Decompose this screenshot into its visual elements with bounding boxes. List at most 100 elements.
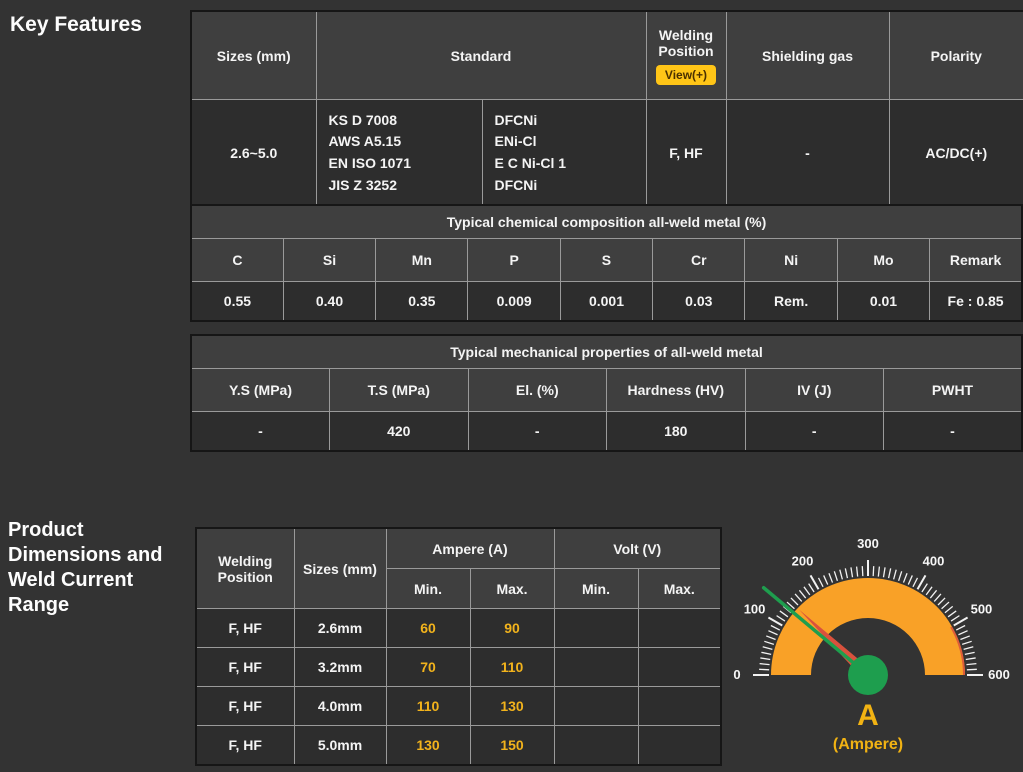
gauge-minor-tick <box>855 566 859 577</box>
gauge-minor-tick <box>964 651 975 656</box>
welding-position-cell: F, HF <box>195 686 295 726</box>
gauge-minor-tick <box>844 568 849 579</box>
key-features-heading: Key Features <box>10 13 142 36</box>
gauge-minor-tick <box>950 615 960 622</box>
gauge-minor-tick <box>897 571 903 582</box>
standard-specs-list: KS D 7008 AWS A5.15 EN ISO 1071 JIS Z 32… <box>315 99 483 208</box>
gauge-minor-tick <box>803 586 811 596</box>
gauge-minor-tick <box>861 566 864 577</box>
col-header-ampere: Ampere (A) <box>385 527 555 569</box>
mechanical-column-header: Y.S (MPa) <box>190 368 330 412</box>
welding-position-cell: F, HF <box>195 725 295 766</box>
gauge-minor-tick <box>877 566 881 577</box>
gauge-minor-tick <box>958 630 968 636</box>
gauge-minor-tick <box>907 575 913 585</box>
gauge-minor-tick <box>833 571 839 582</box>
gauge-unit-sublabel: (Ampere) <box>833 736 903 753</box>
gauge-minor-tick <box>961 640 972 646</box>
view-plus-button[interactable]: View(+) <box>655 64 717 85</box>
volt-max-cell <box>637 725 722 766</box>
standard-classes-list: DFCNi ENi-Cl E C Ni-Cl 1 DFCNi <box>481 99 647 208</box>
col-header-volt-max: Max. <box>637 568 722 609</box>
current-range-row: F, HF 3.2mm 70 110 <box>195 647 722 687</box>
gauge-tick-label: 400 <box>923 554 945 569</box>
gauge-minor-tick <box>761 651 772 656</box>
volt-max-cell <box>637 686 722 726</box>
gauge-minor-tick <box>960 635 970 641</box>
chemical-header-row: C Si Mn P S Cr Ni Mo Remark <box>190 238 1023 282</box>
chemical-value-cell: 0.55 <box>190 281 284 322</box>
size-cell: 3.2mm <box>293 647 387 687</box>
ampere-max-cell: 150 <box>469 725 555 766</box>
volt-max-cell <box>637 608 722 648</box>
polarity-value: AC/DC(+) <box>888 99 1023 208</box>
mechanical-column-header: Hardness (HV) <box>606 368 746 412</box>
mechanical-value-cell: 180 <box>606 411 746 452</box>
gauge-minor-tick <box>764 640 775 646</box>
chemical-column-header: Remark <box>929 238 1023 282</box>
gauge-minor-tick <box>966 668 977 671</box>
current-header-row-1: Welding Position Sizes (mm) Ampere (A) V… <box>195 527 722 609</box>
col-header-shielding-gas: Shielding gas <box>725 10 890 100</box>
mechanical-column-header: PWHT <box>883 368 1023 412</box>
chemical-column-header: C <box>190 238 284 282</box>
current-range-row: F, HF 5.0mm 130 150 <box>195 725 722 766</box>
ampere-min-cell: 110 <box>385 686 471 726</box>
gauge-minor-tick <box>912 577 919 588</box>
size-cell: 4.0mm <box>293 686 387 726</box>
gauge-minor-tick <box>798 589 807 599</box>
mechanical-value-cell: - <box>744 411 884 452</box>
mechanical-value-cell: - <box>467 411 607 452</box>
chemical-table-container: Typical chemical composition all-weld me… <box>190 204 1023 322</box>
gauge-minor-tick <box>963 646 974 651</box>
gauge-minor-tick <box>779 610 789 618</box>
chemical-column-header: P <box>467 238 561 282</box>
gauge-minor-tick <box>955 624 966 631</box>
gauge-tick-label: 100 <box>744 602 766 617</box>
volt-max-cell <box>637 647 722 687</box>
chemical-column-header: Ni <box>744 238 838 282</box>
gauge-minor-tick <box>965 657 976 661</box>
gauge-minor-tick <box>944 605 954 614</box>
gauge-tick-label: 500 <box>971 602 993 617</box>
gauge-minor-tick <box>921 583 928 593</box>
gauge-minor-tick <box>925 586 933 596</box>
ampere-min-cell: 70 <box>385 647 471 687</box>
col-header-welding-position: Welding Position View(+) <box>645 10 727 100</box>
size-cell: 2.6mm <box>293 608 387 648</box>
ampere-min-cell: 130 <box>385 725 471 766</box>
chemical-value-cell: Fe : 0.85 <box>929 281 1023 322</box>
gauge-minor-tick <box>850 567 854 578</box>
gauge-minor-tick <box>808 583 815 593</box>
chemical-value-cell: Rem. <box>744 281 838 322</box>
gauge-minor-tick <box>823 575 829 585</box>
volt-min-cell <box>553 608 639 648</box>
col-header-sizes: Sizes (mm) <box>293 527 387 609</box>
gauge-minor-tick <box>759 668 770 671</box>
shielding-gas-value: - <box>725 99 890 208</box>
product-spec-page: Key Features Sizes (mm) Standard Welding… <box>0 0 1023 772</box>
chemical-value-cell: 0.03 <box>652 281 746 322</box>
chemical-composition-table: Typical chemical composition all-weld me… <box>190 204 1023 322</box>
gauge-minor-tick <box>933 593 942 602</box>
chemical-column-header: Mo <box>836 238 931 282</box>
col-header-welding-position: Welding Position <box>195 527 295 609</box>
mechanical-value-cell: - <box>883 411 1023 452</box>
gauge-minor-tick <box>947 610 957 618</box>
gauge-minor-tick <box>937 597 946 606</box>
gauge-minor-tick <box>892 569 897 580</box>
gauge-minor-tick <box>762 646 773 651</box>
welding-position-cell: F, HF <box>195 608 295 648</box>
gauge-minor-tick <box>872 566 875 577</box>
mechanical-table-title-row: Typical mechanical properties of all-wel… <box>190 334 1023 369</box>
col-header-polarity: Polarity <box>888 10 1023 100</box>
spec-table-container: Sizes (mm) Standard Welding Position Vie… <box>190 10 1023 208</box>
welding-position-value: F, HF <box>645 99 727 208</box>
chemical-values-row: 0.55 0.40 0.35 0.009 0.001 0.03 Rem. 0.01 Fe : 0… <box>190 281 1023 322</box>
gauge-minor-tick <box>794 593 803 602</box>
col-header-standard: Standard <box>315 10 647 100</box>
gauge-minor-tick <box>839 569 844 580</box>
gauge-hub <box>848 655 888 695</box>
gauge-minor-tick <box>766 635 776 641</box>
mechanical-properties-table: Typical mechanical properties of all-wel… <box>190 334 1023 452</box>
